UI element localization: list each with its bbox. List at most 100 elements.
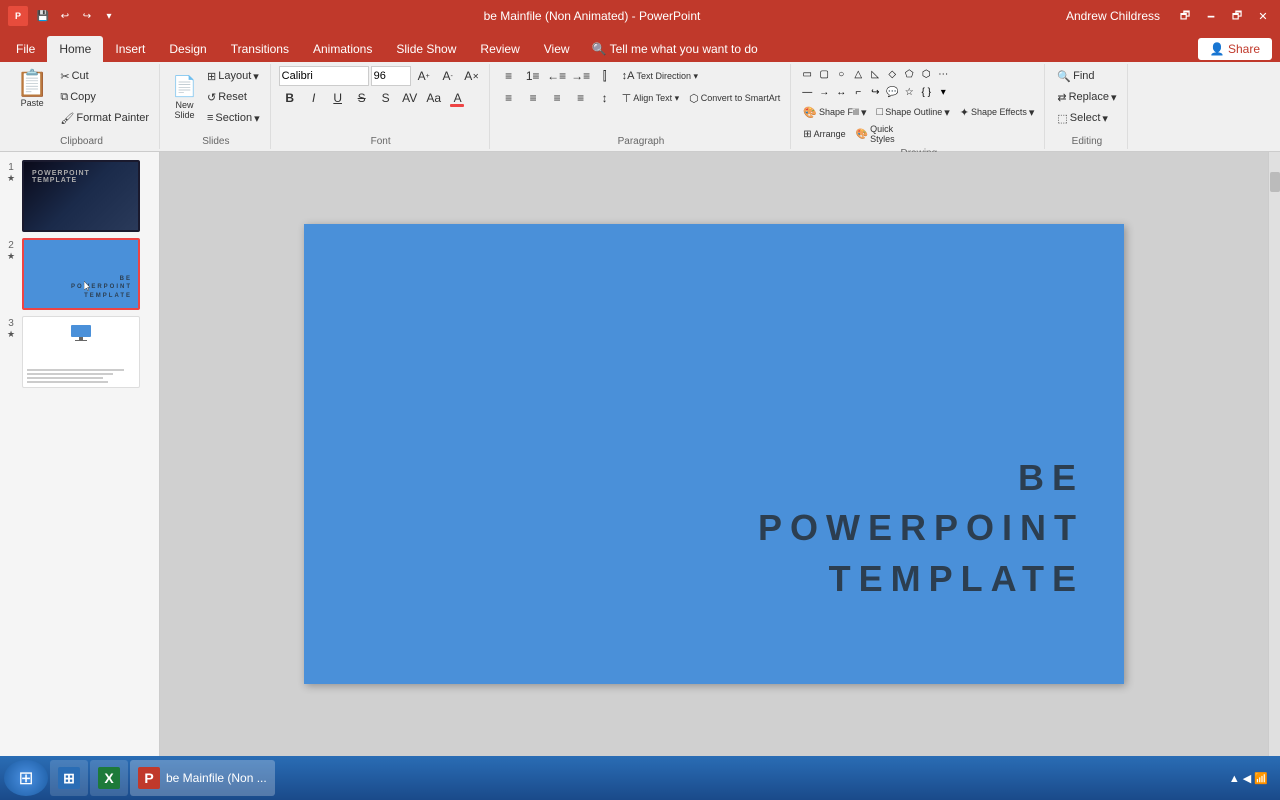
maximize-button[interactable]: 🗗 bbox=[1228, 7, 1246, 25]
slide-item-3[interactable]: 3 ★ bbox=[4, 316, 155, 388]
reset-button[interactable]: ↺ Reset bbox=[203, 87, 264, 107]
character-spacing-button[interactable]: AV bbox=[399, 88, 421, 108]
copy-button[interactable]: ⧉ Copy bbox=[56, 87, 153, 107]
rt-triangle-shape[interactable]: ◺ bbox=[867, 66, 883, 82]
italic-button[interactable]: I bbox=[303, 88, 325, 108]
slide-number-2: 2 ★ bbox=[4, 238, 18, 262]
tab-review[interactable]: Review bbox=[468, 36, 531, 62]
paste-button[interactable]: 📋 Paste bbox=[10, 66, 54, 112]
arrow-shape[interactable]: → bbox=[816, 84, 832, 100]
customize-quick-access-button[interactable]: ▾ bbox=[100, 7, 118, 25]
tab-view[interactable]: View bbox=[532, 36, 582, 62]
rounded-rect-shape[interactable]: ▢ bbox=[816, 66, 832, 82]
replace-button[interactable]: ⇄ Replace ▾ bbox=[1053, 87, 1120, 107]
underline-button[interactable]: U bbox=[327, 88, 349, 108]
numbering-button[interactable]: 1≡ bbox=[522, 66, 544, 86]
line-spacing-button[interactable]: ↕ bbox=[594, 88, 616, 108]
elbow-shape[interactable]: ⌐ bbox=[850, 84, 866, 100]
tab-slideshow[interactable]: Slide Show bbox=[384, 36, 468, 62]
bullets-button[interactable]: ≡ bbox=[498, 66, 520, 86]
layout-button[interactable]: ⊞ Layout ▾ bbox=[203, 66, 264, 86]
taskbar-windows[interactable]: ⊞ bbox=[50, 760, 88, 796]
font-color-button[interactable]: A bbox=[447, 88, 469, 108]
slide-item-2[interactable]: 2 ★ BEPOWERPOINTTEMPLATE bbox=[4, 238, 155, 310]
star-shape[interactable]: ☆ bbox=[901, 84, 917, 100]
decrease-indent-button[interactable]: ←≡ bbox=[546, 66, 568, 86]
redo-button[interactable]: ↪ bbox=[78, 7, 96, 25]
tab-transitions[interactable]: Transitions bbox=[219, 36, 301, 62]
align-text-button[interactable]: ⊤ Align Text ▾ bbox=[618, 88, 683, 108]
minimize-button[interactable]: 🗕 bbox=[1202, 7, 1220, 25]
quick-styles-button[interactable]: 🎨 QuickStyles bbox=[852, 122, 899, 146]
slide-thumbnail-2[interactable]: BEPOWERPOINTTEMPLATE bbox=[22, 238, 140, 310]
slide-canvas[interactable]: BE POWERPOINT TEMPLATE bbox=[304, 224, 1124, 684]
tab-design[interactable]: Design bbox=[157, 36, 218, 62]
clear-format-button[interactable]: A✕ bbox=[461, 66, 483, 86]
callout-shape[interactable]: 💬 bbox=[884, 84, 900, 100]
more-shapes-2[interactable]: ▾ bbox=[935, 84, 951, 100]
tab-animations[interactable]: Animations bbox=[301, 36, 384, 62]
star-icon-2: ★ bbox=[7, 251, 15, 262]
oval-shape[interactable]: ○ bbox=[833, 66, 849, 82]
section-button[interactable]: ≡ Section ▾ bbox=[203, 108, 264, 128]
triangle-shape[interactable]: △ bbox=[850, 66, 866, 82]
taskbar-powerpoint[interactable]: P be Mainfile (Non ... bbox=[130, 760, 275, 796]
shape-effects-button[interactable]: ✦ Shape Effects ▾ bbox=[956, 102, 1039, 122]
select-button[interactable]: ⬚ Select ▾ bbox=[1053, 108, 1120, 128]
decrease-font-button[interactable]: A- bbox=[437, 66, 459, 86]
tab-insert[interactable]: Insert bbox=[103, 36, 157, 62]
share-button[interactable]: 👤 Share bbox=[1198, 38, 1272, 60]
taskbar: ⊞ ⊞ X P be Mainfile (Non ... ▲ ◀ 📶 bbox=[0, 756, 1280, 800]
rect-shape[interactable]: ▭ bbox=[799, 66, 815, 82]
tab-file[interactable]: File bbox=[4, 36, 47, 62]
close-button[interactable]: ✕ bbox=[1254, 7, 1272, 25]
align-left-button[interactable]: ≡ bbox=[498, 88, 520, 108]
text-direction-button[interactable]: ↕A Text Direction ▾ bbox=[618, 66, 702, 86]
restore-down-button[interactable]: 🗗 bbox=[1176, 7, 1194, 25]
slide-thumbnail-1[interactable]: POWERPOINTTEMPLATE bbox=[22, 160, 140, 232]
bold-button[interactable]: B bbox=[279, 88, 301, 108]
taskbar-excel[interactable]: X bbox=[90, 760, 128, 796]
justify-button[interactable]: ≡ bbox=[570, 88, 592, 108]
pentagon-shape[interactable]: ⬠ bbox=[901, 66, 917, 82]
layout-label: Layout bbox=[218, 70, 251, 82]
more-shapes[interactable]: ⋯ bbox=[935, 66, 951, 82]
columns-button[interactable]: ⫿ bbox=[594, 66, 616, 86]
vertical-scrollbar[interactable] bbox=[1268, 152, 1280, 756]
strikethrough-button[interactable]: S bbox=[351, 88, 373, 108]
undo-button[interactable]: ↩ bbox=[56, 7, 74, 25]
new-slide-button[interactable]: 📄 NewSlide bbox=[168, 66, 201, 128]
slide-thumbnail-3[interactable] bbox=[22, 316, 140, 388]
formula-shape[interactable]: { } bbox=[918, 84, 934, 100]
font-size-input[interactable] bbox=[371, 66, 411, 86]
clipboard-small-buttons: ✂ Cut ⧉ Copy 🖌 Format Painter bbox=[56, 66, 153, 128]
taskbar-time: ▲ ◀ 📶 bbox=[1229, 772, 1276, 785]
hexagon-shape[interactable]: ⬡ bbox=[918, 66, 934, 82]
diamond-shape[interactable]: ◇ bbox=[884, 66, 900, 82]
dbl-arrow-shape[interactable]: ↔ bbox=[833, 84, 849, 100]
find-button[interactable]: 🔍 Find bbox=[1053, 66, 1120, 86]
arrange-button[interactable]: ⊞ Arrange bbox=[799, 127, 849, 142]
increase-font-button[interactable]: A+ bbox=[413, 66, 435, 86]
text-shadow-button[interactable]: S bbox=[375, 88, 397, 108]
slide-item-1[interactable]: 1 ★ POWERPOINTTEMPLATE bbox=[4, 160, 155, 232]
tell-me-input[interactable]: 🔍 Tell me what you want to do bbox=[582, 38, 768, 60]
font-name-select[interactable] bbox=[279, 66, 369, 86]
shape-outline-button[interactable]: □ Shape Outline ▾ bbox=[873, 102, 954, 122]
format-painter-button[interactable]: 🖌 Format Painter bbox=[56, 108, 153, 128]
shape-fill-dropdown: ▾ bbox=[861, 106, 867, 119]
center-button[interactable]: ≡ bbox=[522, 88, 544, 108]
scrollbar-thumb[interactable] bbox=[1270, 172, 1280, 192]
line-shape[interactable]: — bbox=[799, 84, 815, 100]
slide-main-text: BE POWERPOINT TEMPLATE bbox=[758, 453, 1084, 604]
start-button[interactable]: ⊞ bbox=[4, 760, 48, 796]
change-case-button[interactable]: Aa bbox=[423, 88, 445, 108]
convert-smartart-button[interactable]: ⬡ Convert to SmartArt bbox=[685, 88, 784, 108]
tab-home[interactable]: Home bbox=[47, 36, 103, 62]
shape-fill-button[interactable]: 🎨 Shape Fill ▾ bbox=[799, 102, 870, 122]
cut-button[interactable]: ✂ Cut bbox=[56, 66, 153, 86]
save-button[interactable]: 💾 bbox=[34, 7, 52, 25]
curve-arrow[interactable]: ↪ bbox=[867, 84, 883, 100]
align-right-button[interactable]: ≡ bbox=[546, 88, 568, 108]
increase-indent-button[interactable]: →≡ bbox=[570, 66, 592, 86]
